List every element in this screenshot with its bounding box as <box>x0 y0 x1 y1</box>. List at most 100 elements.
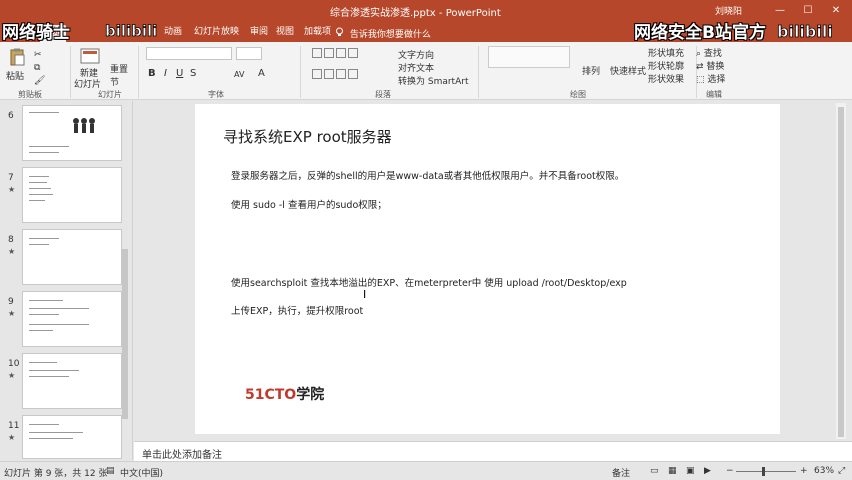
ribbon: 粘贴 ✂ ⧉ 🖌 剪贴板 新建 幻灯片 重置 节 幻灯片 B I U S AV … <box>0 42 852 100</box>
smartart-button[interactable]: 转换为 SmartArt <box>398 74 468 87</box>
slide-title[interactable]: 寻找系统EXP root服务器 <box>223 126 392 147</box>
font-name-box[interactable] <box>146 47 232 60</box>
group-drawing-label: 绘图 <box>570 90 586 99</box>
slide-position: 幻灯片 第 9 张，共 12 张 <box>4 469 108 479</box>
arrange-button[interactable]: 排列 <box>582 64 600 77</box>
bold-button[interactable]: B <box>148 68 156 79</box>
slide-text-line[interactable]: 登录服务器之后，反弹的shell的用户是www-data或者其他低权限用户。并不… <box>231 168 624 182</box>
zoom-slider[interactable] <box>736 471 796 472</box>
separator <box>138 46 139 98</box>
tab-review[interactable]: 审阅 <box>246 25 272 42</box>
svg-text:bilibili: bilibili <box>777 22 833 41</box>
slide-thumbnails-pane: 6 7 ★ 8 ★ 9 ★ 10 ★ 11 ★ <box>0 101 133 460</box>
slide-sorter-icon[interactable]: ▦ <box>668 466 677 476</box>
thumb-number: 9 <box>8 297 14 307</box>
slide-thumbnail[interactable] <box>22 105 122 161</box>
shape-effects-button[interactable]: 形状效果 <box>648 72 684 85</box>
slide-text-line[interactable]: 使用searchsploit 查找本地溢出的EXP、在meterpreter中 … <box>231 275 627 289</box>
people-icon <box>73 118 95 133</box>
thumb-number: 6 <box>8 111 14 121</box>
align-text-button[interactable]: 对齐文本 <box>398 61 434 74</box>
select-button[interactable]: ⬚ 选择 <box>696 72 725 85</box>
zoom-slider-handle[interactable] <box>762 467 765 476</box>
normal-view-icon[interactable]: ▭ <box>650 466 659 476</box>
copy-icon[interactable]: ⧉ <box>34 63 40 73</box>
tell-me-box[interactable]: 告诉我你想要做什么 <box>335 27 431 40</box>
slide-scrollbar[interactable] <box>836 103 846 439</box>
slide-edit-area: 寻找系统EXP root服务器 登录服务器之后，反弹的shell的用户是www-… <box>134 101 852 441</box>
slide-thumbnail[interactable] <box>22 167 122 223</box>
new-slide-icon[interactable] <box>80 48 100 67</box>
shape-outline-button[interactable]: 形状轮廓 <box>648 59 684 72</box>
text-cursor-icon: I <box>363 288 367 301</box>
thumb-number: 10 <box>8 359 20 369</box>
notes-placeholder[interactable]: 单击此处添加备注 <box>142 446 222 461</box>
new-slide-label-2[interactable]: 幻灯片 <box>74 77 101 90</box>
shapes-gallery[interactable] <box>488 46 570 68</box>
watermark-left-text: 网络骑士 <box>2 23 70 43</box>
zoom-out-button[interactable]: − <box>726 466 734 476</box>
section-button[interactable]: 节 <box>110 75 119 88</box>
separator <box>300 46 301 98</box>
slide-text-line[interactable]: 上传EXP，执行，提升权限root <box>231 303 363 317</box>
tab-view[interactable]: 视图 <box>272 25 298 42</box>
cut-icon[interactable]: ✂ <box>34 50 42 60</box>
group-font-label: 字体 <box>208 90 224 99</box>
tab-animations[interactable]: 动画 <box>160 25 186 42</box>
bilibili-logo-left: bilibili <box>104 16 160 46</box>
bullets-icon[interactable] <box>312 48 360 59</box>
slide-thumbnail[interactable] <box>22 229 122 285</box>
group-paragraph-label: 段落 <box>375 90 391 99</box>
find-button[interactable]: ⌕ 查找 <box>696 46 722 59</box>
group-slides-label: 幻灯片 <box>98 90 122 99</box>
slide-text-line[interactable]: 使用 sudo -l 查看用户的sudo权限； <box>231 197 387 211</box>
underline-button[interactable]: U <box>176 68 183 79</box>
strikethrough-button[interactable]: S <box>190 68 196 79</box>
animation-star-icon: ★ <box>8 185 16 194</box>
thumb-number: 7 <box>8 173 14 183</box>
slideshow-icon[interactable]: ▶ <box>704 466 711 476</box>
shape-fill-button[interactable]: 形状填充 <box>648 46 684 59</box>
animation-star-icon: ★ <box>8 247 16 256</box>
watermark-right-text: 网络安全B站官方 <box>634 23 766 43</box>
reading-view-icon[interactable]: ▣ <box>686 466 695 476</box>
51cto-logo: 51CTO学院 <box>245 387 325 403</box>
slide-thumbnail[interactable] <box>22 353 122 409</box>
zoom-in-button[interactable]: + <box>800 466 808 476</box>
user-name[interactable]: 刘晓阳 <box>715 4 742 17</box>
quick-styles-button[interactable]: 快速样式 <box>610 64 646 77</box>
paste-button[interactable] <box>8 48 26 69</box>
svg-text:bilibili: bilibili <box>105 22 157 40</box>
fit-window-icon[interactable]: ⤢ <box>838 466 845 476</box>
group-clipboard-label: 剪贴板 <box>18 90 42 99</box>
slide-thumbnail[interactable] <box>22 291 122 347</box>
tab-addins[interactable]: 加载项 <box>300 25 335 42</box>
spellcheck-icon[interactable]: ▤ <box>106 466 115 476</box>
font-color-button[interactable]: A <box>258 68 265 79</box>
zoom-level[interactable]: 63% <box>814 466 834 476</box>
slide-thumbnail[interactable] <box>22 415 122 459</box>
thumbnails-scrollbar[interactable] <box>122 249 128 419</box>
language-indicator[interactable]: 中文(中国) <box>120 466 163 479</box>
separator <box>70 46 71 98</box>
reset-button[interactable]: 重置 <box>110 62 128 75</box>
status-bar: 幻灯片 第 9 张，共 12 张 ▤ 中文(中国) 备注 ▭ ▦ ▣ ▶ − +… <box>0 461 852 480</box>
paste-icon <box>10 48 25 66</box>
notes-button[interactable]: 备注 <box>612 466 630 479</box>
font-size-box[interactable] <box>236 47 262 60</box>
animation-star-icon: ★ <box>8 371 16 380</box>
char-spacing-button[interactable]: AV <box>234 70 244 79</box>
format-painter-icon[interactable]: 🖌 <box>34 76 45 86</box>
group-editing-label: 编辑 <box>706 90 722 99</box>
text-direction-button[interactable]: 文字方向 <box>398 48 434 61</box>
italic-button[interactable]: I <box>164 68 167 79</box>
current-slide[interactable]: 寻找系统EXP root服务器 登录服务器之后，反弹的shell的用户是www-… <box>195 104 780 434</box>
lightbulb-icon <box>336 27 343 36</box>
animation-star-icon: ★ <box>8 309 16 318</box>
notes-pane[interactable]: 单击此处添加备注 <box>134 441 852 461</box>
tab-slideshow[interactable]: 幻灯片放映 <box>190 25 243 42</box>
separator <box>478 46 479 98</box>
replace-button[interactable]: ⇄ 替换 <box>696 59 724 72</box>
thumb-number: 8 <box>8 235 14 245</box>
align-icons[interactable] <box>312 69 360 80</box>
